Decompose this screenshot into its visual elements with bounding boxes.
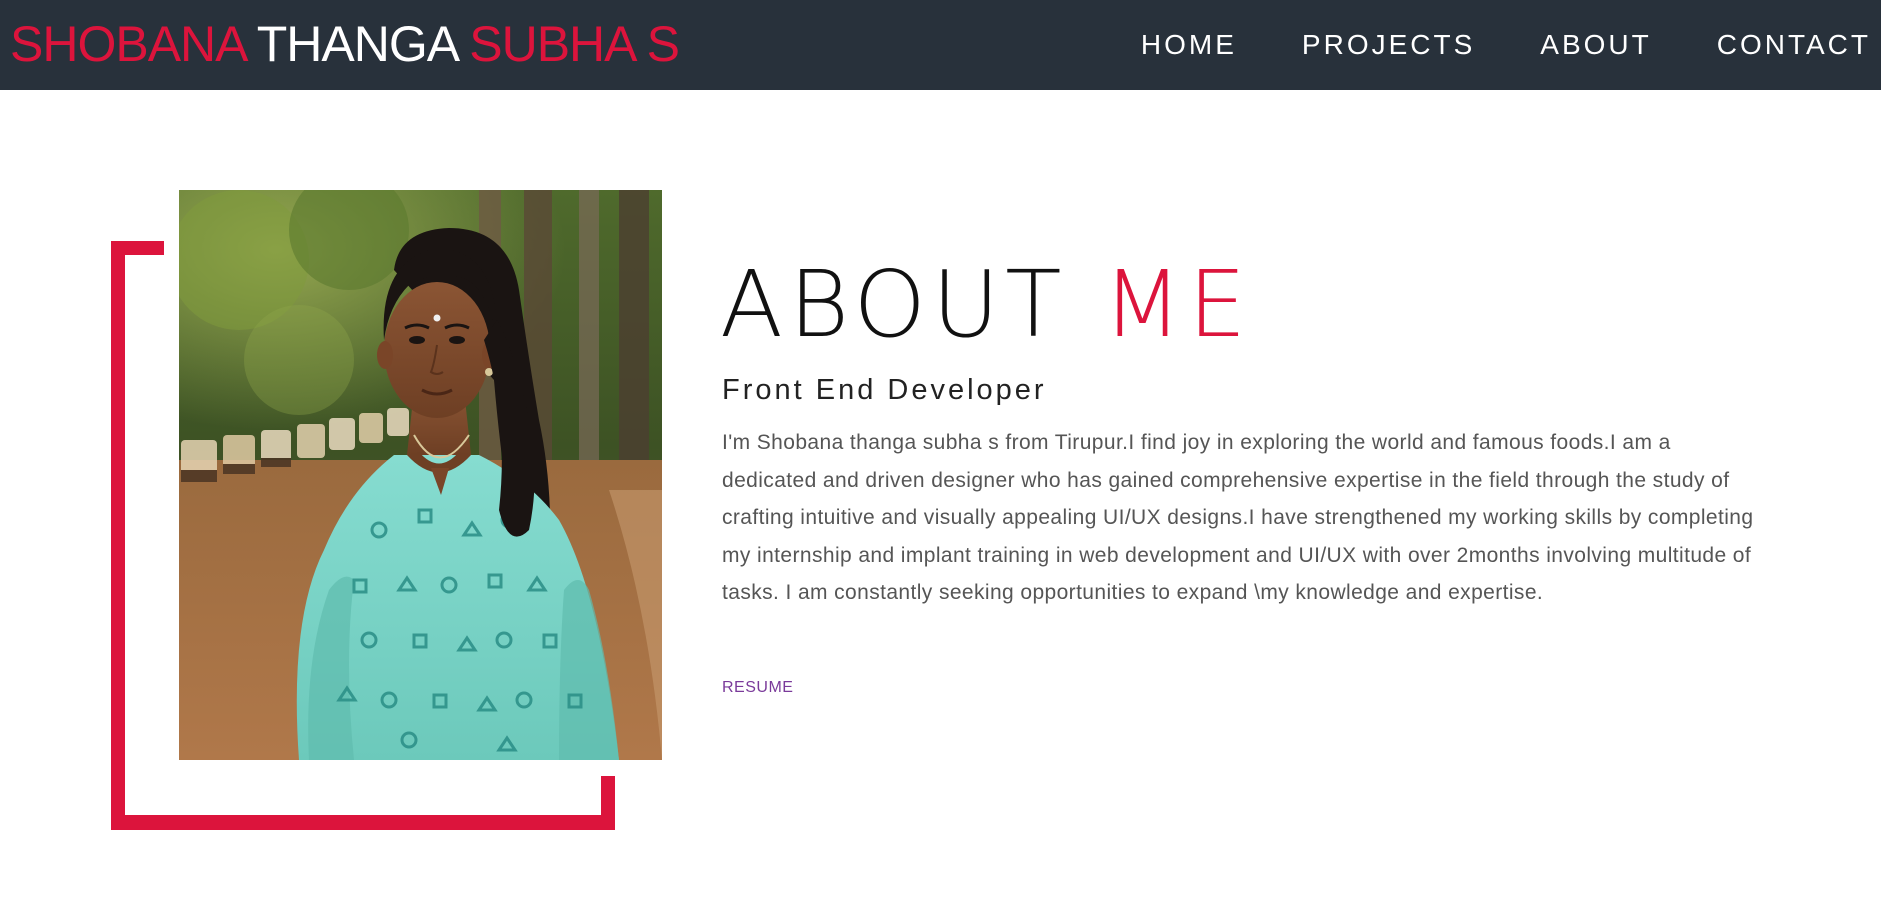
nav-link-projects[interactable]: PROJECTS: [1302, 29, 1475, 61]
navbar: SHOBANA THANGA SUBHA S HOME PROJECTS ABO…: [0, 0, 1881, 90]
photo-frame-right: [601, 776, 615, 830]
brand-last-name: SUBHA S: [469, 16, 680, 72]
photo-frame-bottom: [111, 815, 615, 830]
nav-link-about[interactable]: ABOUT: [1540, 29, 1651, 61]
brand-middle-name: THANGA: [256, 16, 458, 72]
brand-first-name: SHOBANA: [10, 16, 246, 72]
about-heading: ABOUT ME: [720, 255, 1252, 355]
job-title: Front End Developer: [722, 374, 1047, 406]
photo-frame-top: [111, 241, 164, 255]
about-heading-accent: ME: [1102, 251, 1253, 358]
bio-paragraph: I'm Shobana thanga subha s from Tirupur.…: [722, 431, 1754, 605]
photo-frame-left: [111, 241, 125, 830]
about-heading-main: ABOUT: [720, 251, 1068, 358]
profile-photo: [179, 190, 662, 760]
brand-logo[interactable]: SHOBANA THANGA SUBHA S: [10, 14, 680, 74]
nav-link-contact[interactable]: CONTACT: [1717, 29, 1871, 61]
resume-link[interactable]: RESUME: [722, 679, 793, 697]
nav-menu: HOME PROJECTS ABOUT CONTACT: [1076, 0, 1871, 90]
nav-link-home[interactable]: HOME: [1141, 29, 1237, 61]
